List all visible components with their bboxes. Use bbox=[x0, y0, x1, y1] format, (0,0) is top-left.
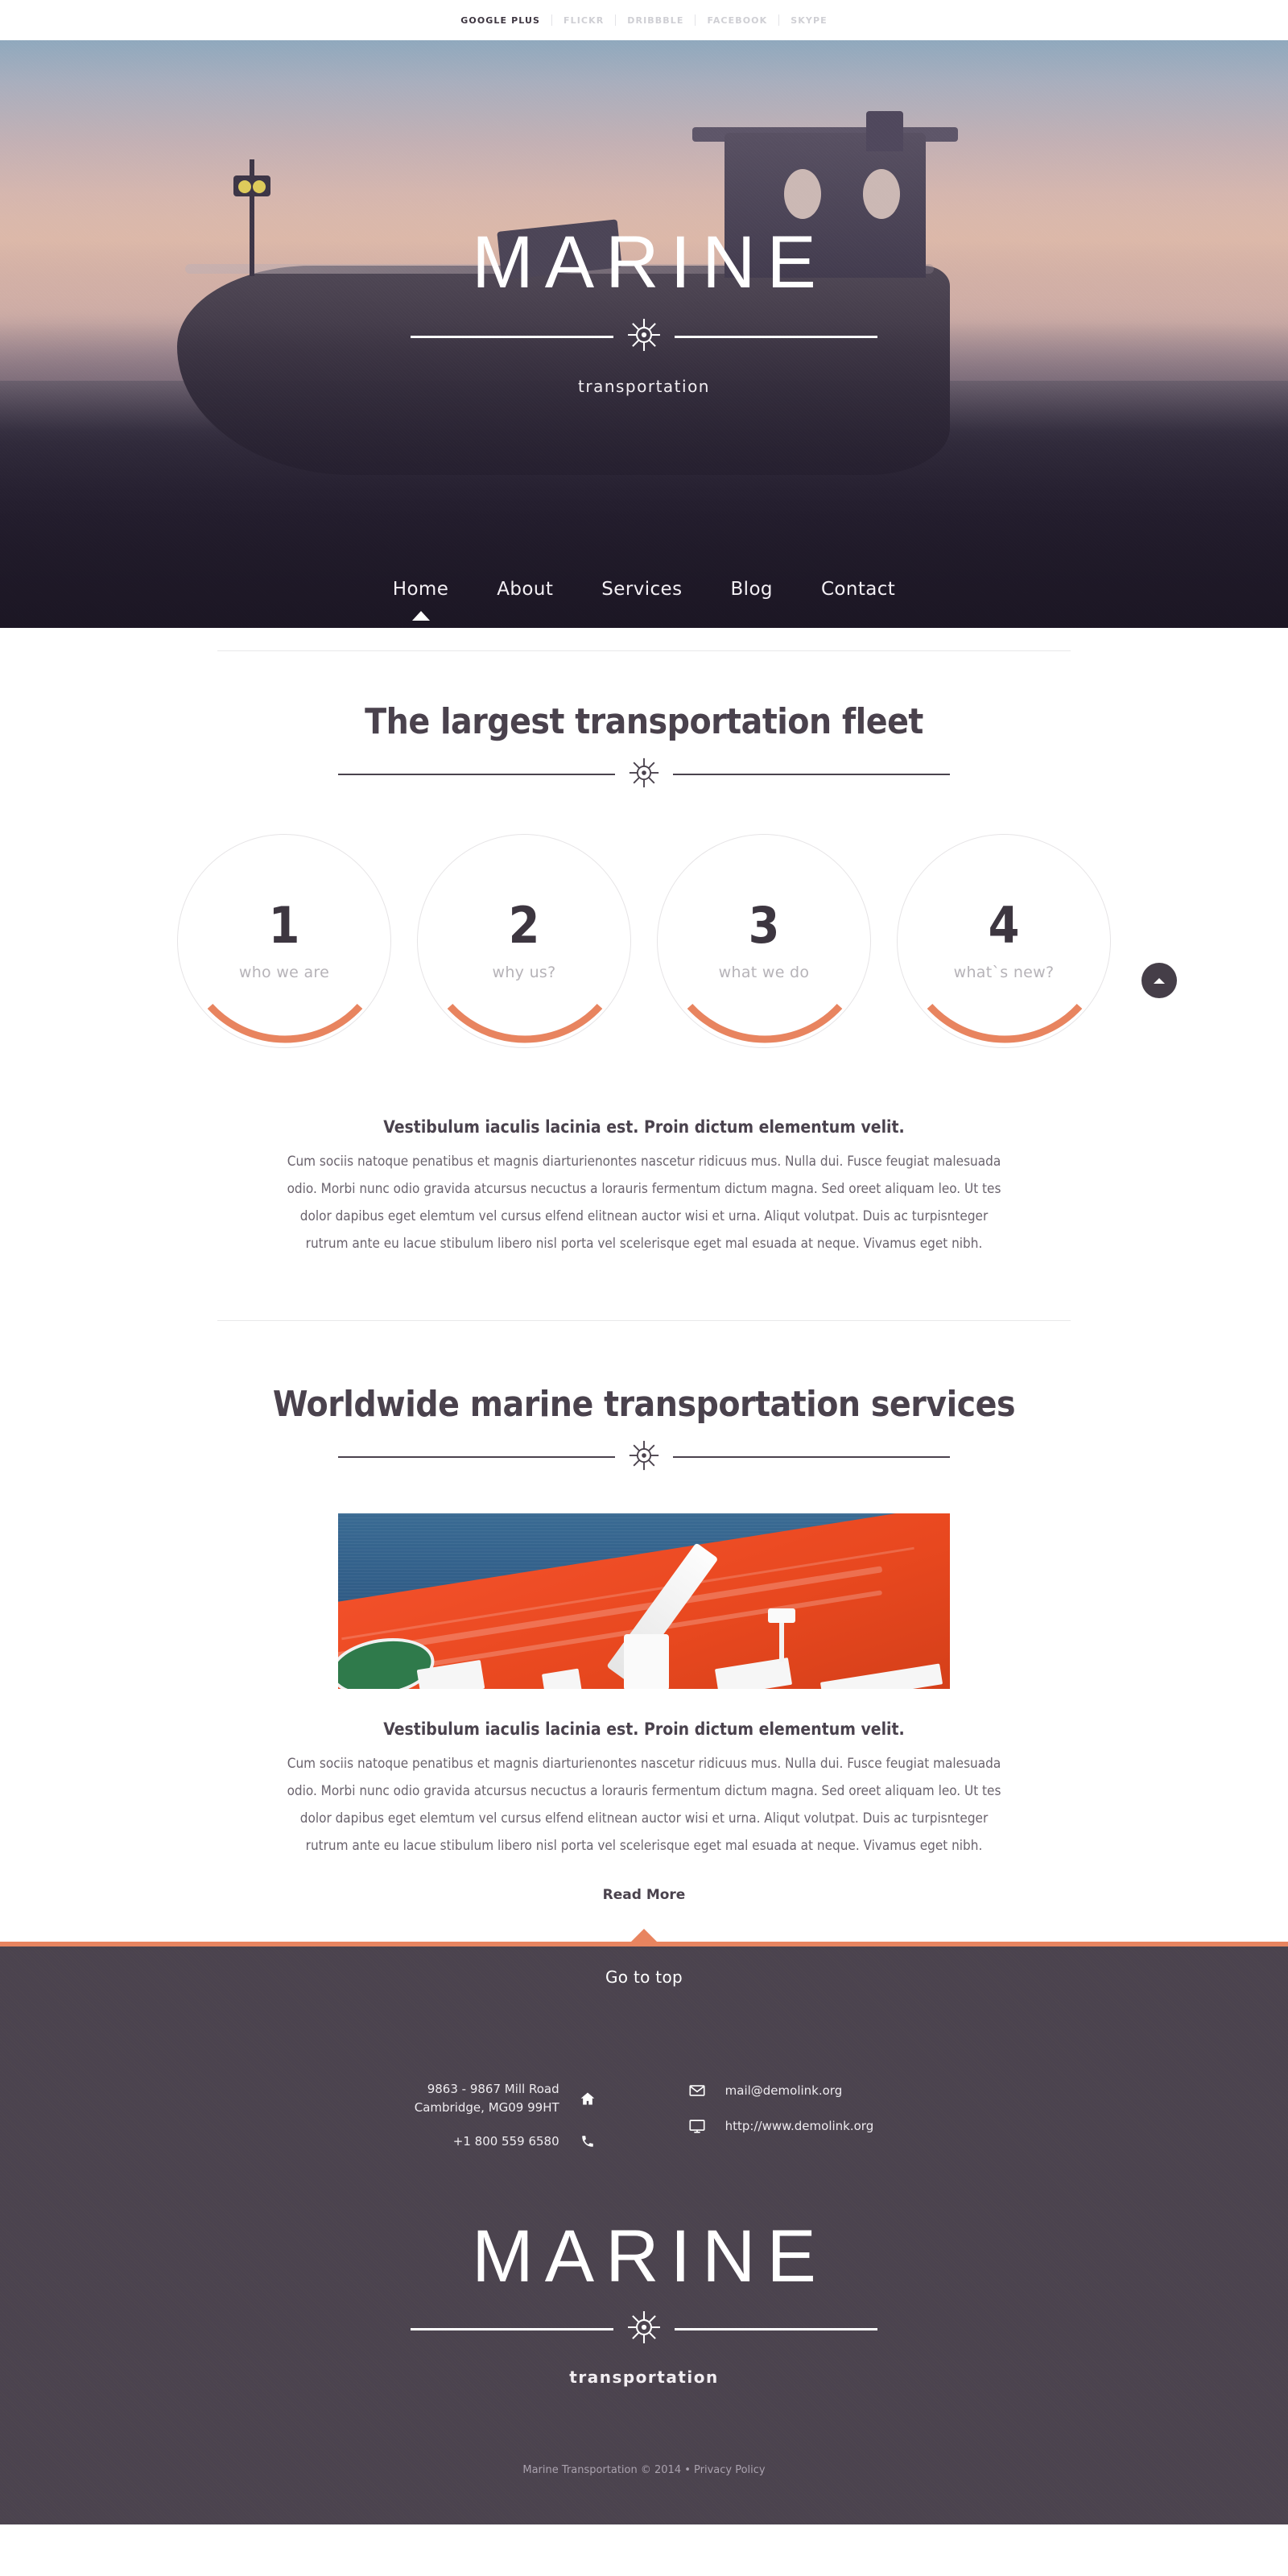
address-line-1: 9863 - 9867 Mill Road bbox=[427, 2082, 559, 2096]
website-link[interactable]: http://www.demolink.org bbox=[725, 2117, 874, 2136]
contact-address: 9863 - 9867 Mill Road Cambridge, MG09 99… bbox=[415, 2080, 598, 2116]
divider-line-left bbox=[411, 2327, 613, 2330]
contact-website: http://www.demolink.org bbox=[687, 2116, 874, 2136]
ship-wheel-icon bbox=[615, 757, 673, 792]
footer-logo-title: MARINE bbox=[472, 2215, 828, 2297]
address-line-2: Cambridge, MG09 99HT bbox=[414, 2099, 559, 2115]
ship-mast bbox=[779, 1616, 784, 1662]
nav-item-blog[interactable]: Blog bbox=[706, 579, 796, 600]
hero-banner: MARINE transportation Home About Service… bbox=[0, 40, 1288, 628]
social-link-google-plus[interactable]: GOOGLE PLUS bbox=[449, 15, 551, 26]
deck-crane-base bbox=[624, 1634, 669, 1689]
go-to-top-link[interactable]: Go to top bbox=[0, 1946, 1288, 1987]
footer-logo-divider bbox=[411, 2310, 877, 2348]
contact-phone: +1 800 559 6580 bbox=[415, 2131, 598, 2152]
read-more-link[interactable]: Read More bbox=[0, 1887, 1288, 1903]
contact-email: mail@demolink.org bbox=[687, 2080, 874, 2101]
fleet-body-text: Cum sociis natoque penatibus et magnis d… bbox=[287, 1154, 1001, 1252]
site-logo-subtitle: transportation bbox=[578, 377, 710, 396]
email-link[interactable]: mail@demolink.org bbox=[725, 2082, 843, 2100]
fleet-circles: 1 who we are 2 why us? 3 what we do 4 wh… bbox=[177, 834, 1111, 1048]
services-lead-text: Vestibulum iaculis lacinia est. Proin di… bbox=[383, 1719, 905, 1739]
divider-line-left bbox=[411, 335, 613, 338]
home-icon bbox=[577, 2088, 598, 2109]
footer-contacts: 9863 - 9867 Mill Road Cambridge, MG09 99… bbox=[0, 2080, 1288, 2152]
top-social-bar: GOOGLE PLUS FLICKR DRIBBBLE FACEBOOK SKY… bbox=[0, 0, 1288, 40]
ship-wheel-icon bbox=[615, 1439, 673, 1475]
fleet-title-divider bbox=[338, 757, 950, 792]
chevron-up-icon bbox=[1154, 977, 1165, 984]
social-link-dribbble[interactable]: DRIBBBLE bbox=[616, 15, 695, 26]
progress-arc bbox=[927, 1003, 1083, 1043]
address-text: 9863 - 9867 Mill Road Cambridge, MG09 99… bbox=[415, 2080, 559, 2116]
social-link-flickr[interactable]: FLICKR bbox=[552, 15, 615, 26]
services-section-title: Worldwide marine transportation services bbox=[272, 1384, 1016, 1425]
services-section: Worldwide marine transportation services bbox=[0, 1257, 1288, 1903]
divider-line-right bbox=[673, 774, 950, 775]
site-footer: Go to top 9863 - 9867 Mill Road Cambridg… bbox=[0, 1946, 1288, 2524]
fleet-section-title: The largest transportation fleet bbox=[365, 701, 923, 742]
social-link-skype[interactable]: SKYPE bbox=[779, 15, 839, 26]
services-body-text: Cum sociis natoque penatibus et magnis d… bbox=[287, 1756, 1001, 1854]
ship-wheel-icon bbox=[613, 2310, 675, 2348]
contact-column-left: 9863 - 9867 Mill Road Cambridge, MG09 99… bbox=[415, 2080, 598, 2152]
site-logo-title: MARINE bbox=[472, 221, 828, 303]
scroll-to-top-button[interactable] bbox=[1141, 963, 1177, 998]
social-links: GOOGLE PLUS FLICKR DRIBBBLE FACEBOOK SKY… bbox=[449, 14, 838, 26]
nav-item-about[interactable]: About bbox=[473, 579, 577, 600]
fleet-circle-4[interactable]: 4 what`s new? bbox=[897, 834, 1111, 1048]
fleet-section: The largest transportation fleet 1 who w… bbox=[0, 628, 1288, 1257]
progress-arc bbox=[687, 1003, 843, 1043]
fleet-circle-3[interactable]: 3 what we do bbox=[657, 834, 871, 1048]
hero-content: MARINE transportation bbox=[0, 40, 1288, 628]
main-navigation: Home About Services Blog Contact bbox=[0, 551, 1288, 628]
page-root: GOOGLE PLUS FLICKR DRIBBBLE FACEBOOK SKY… bbox=[0, 0, 1288, 2576]
monitor-icon bbox=[687, 2116, 708, 2136]
phone-icon bbox=[577, 2131, 598, 2152]
copyright-text: Marine Transportation © 2014 • Privacy P… bbox=[522, 2464, 766, 2476]
mast-platform bbox=[768, 1608, 795, 1623]
nav-item-home[interactable]: Home bbox=[369, 579, 473, 600]
phone-text: +1 800 559 6580 bbox=[452, 2133, 559, 2149]
nav-item-contact[interactable]: Contact bbox=[797, 579, 919, 600]
divider-line-right bbox=[675, 335, 877, 338]
social-link-facebook[interactable]: FACEBOOK bbox=[696, 15, 778, 26]
fleet-lead-text: Vestibulum iaculis lacinia est. Proin di… bbox=[383, 1117, 905, 1137]
footer-logo: MARINE transportation bbox=[0, 2219, 1288, 2387]
divider-notch bbox=[630, 1929, 658, 1942]
fleet-circle-1[interactable]: 1 who we are bbox=[177, 834, 391, 1048]
logo-divider bbox=[411, 317, 877, 356]
services-ship-photo bbox=[338, 1513, 950, 1689]
divider-line-right bbox=[675, 2327, 877, 2330]
progress-arc bbox=[207, 1003, 363, 1043]
contact-column-right: mail@demolink.org http://www.demolink.or… bbox=[687, 2080, 874, 2152]
progress-arc bbox=[447, 1003, 603, 1043]
divider-line-left bbox=[338, 1456, 615, 1458]
divider-line-right bbox=[673, 1456, 950, 1458]
divider-line-left bbox=[338, 774, 615, 775]
footer-logo-subtitle: transportation bbox=[569, 2368, 719, 2387]
ship-wheel-icon bbox=[613, 317, 675, 356]
envelope-icon bbox=[687, 2080, 708, 2101]
fleet-circle-2[interactable]: 2 why us? bbox=[417, 834, 631, 1048]
nav-item-services[interactable]: Services bbox=[577, 579, 706, 600]
services-title-divider bbox=[338, 1439, 950, 1475]
